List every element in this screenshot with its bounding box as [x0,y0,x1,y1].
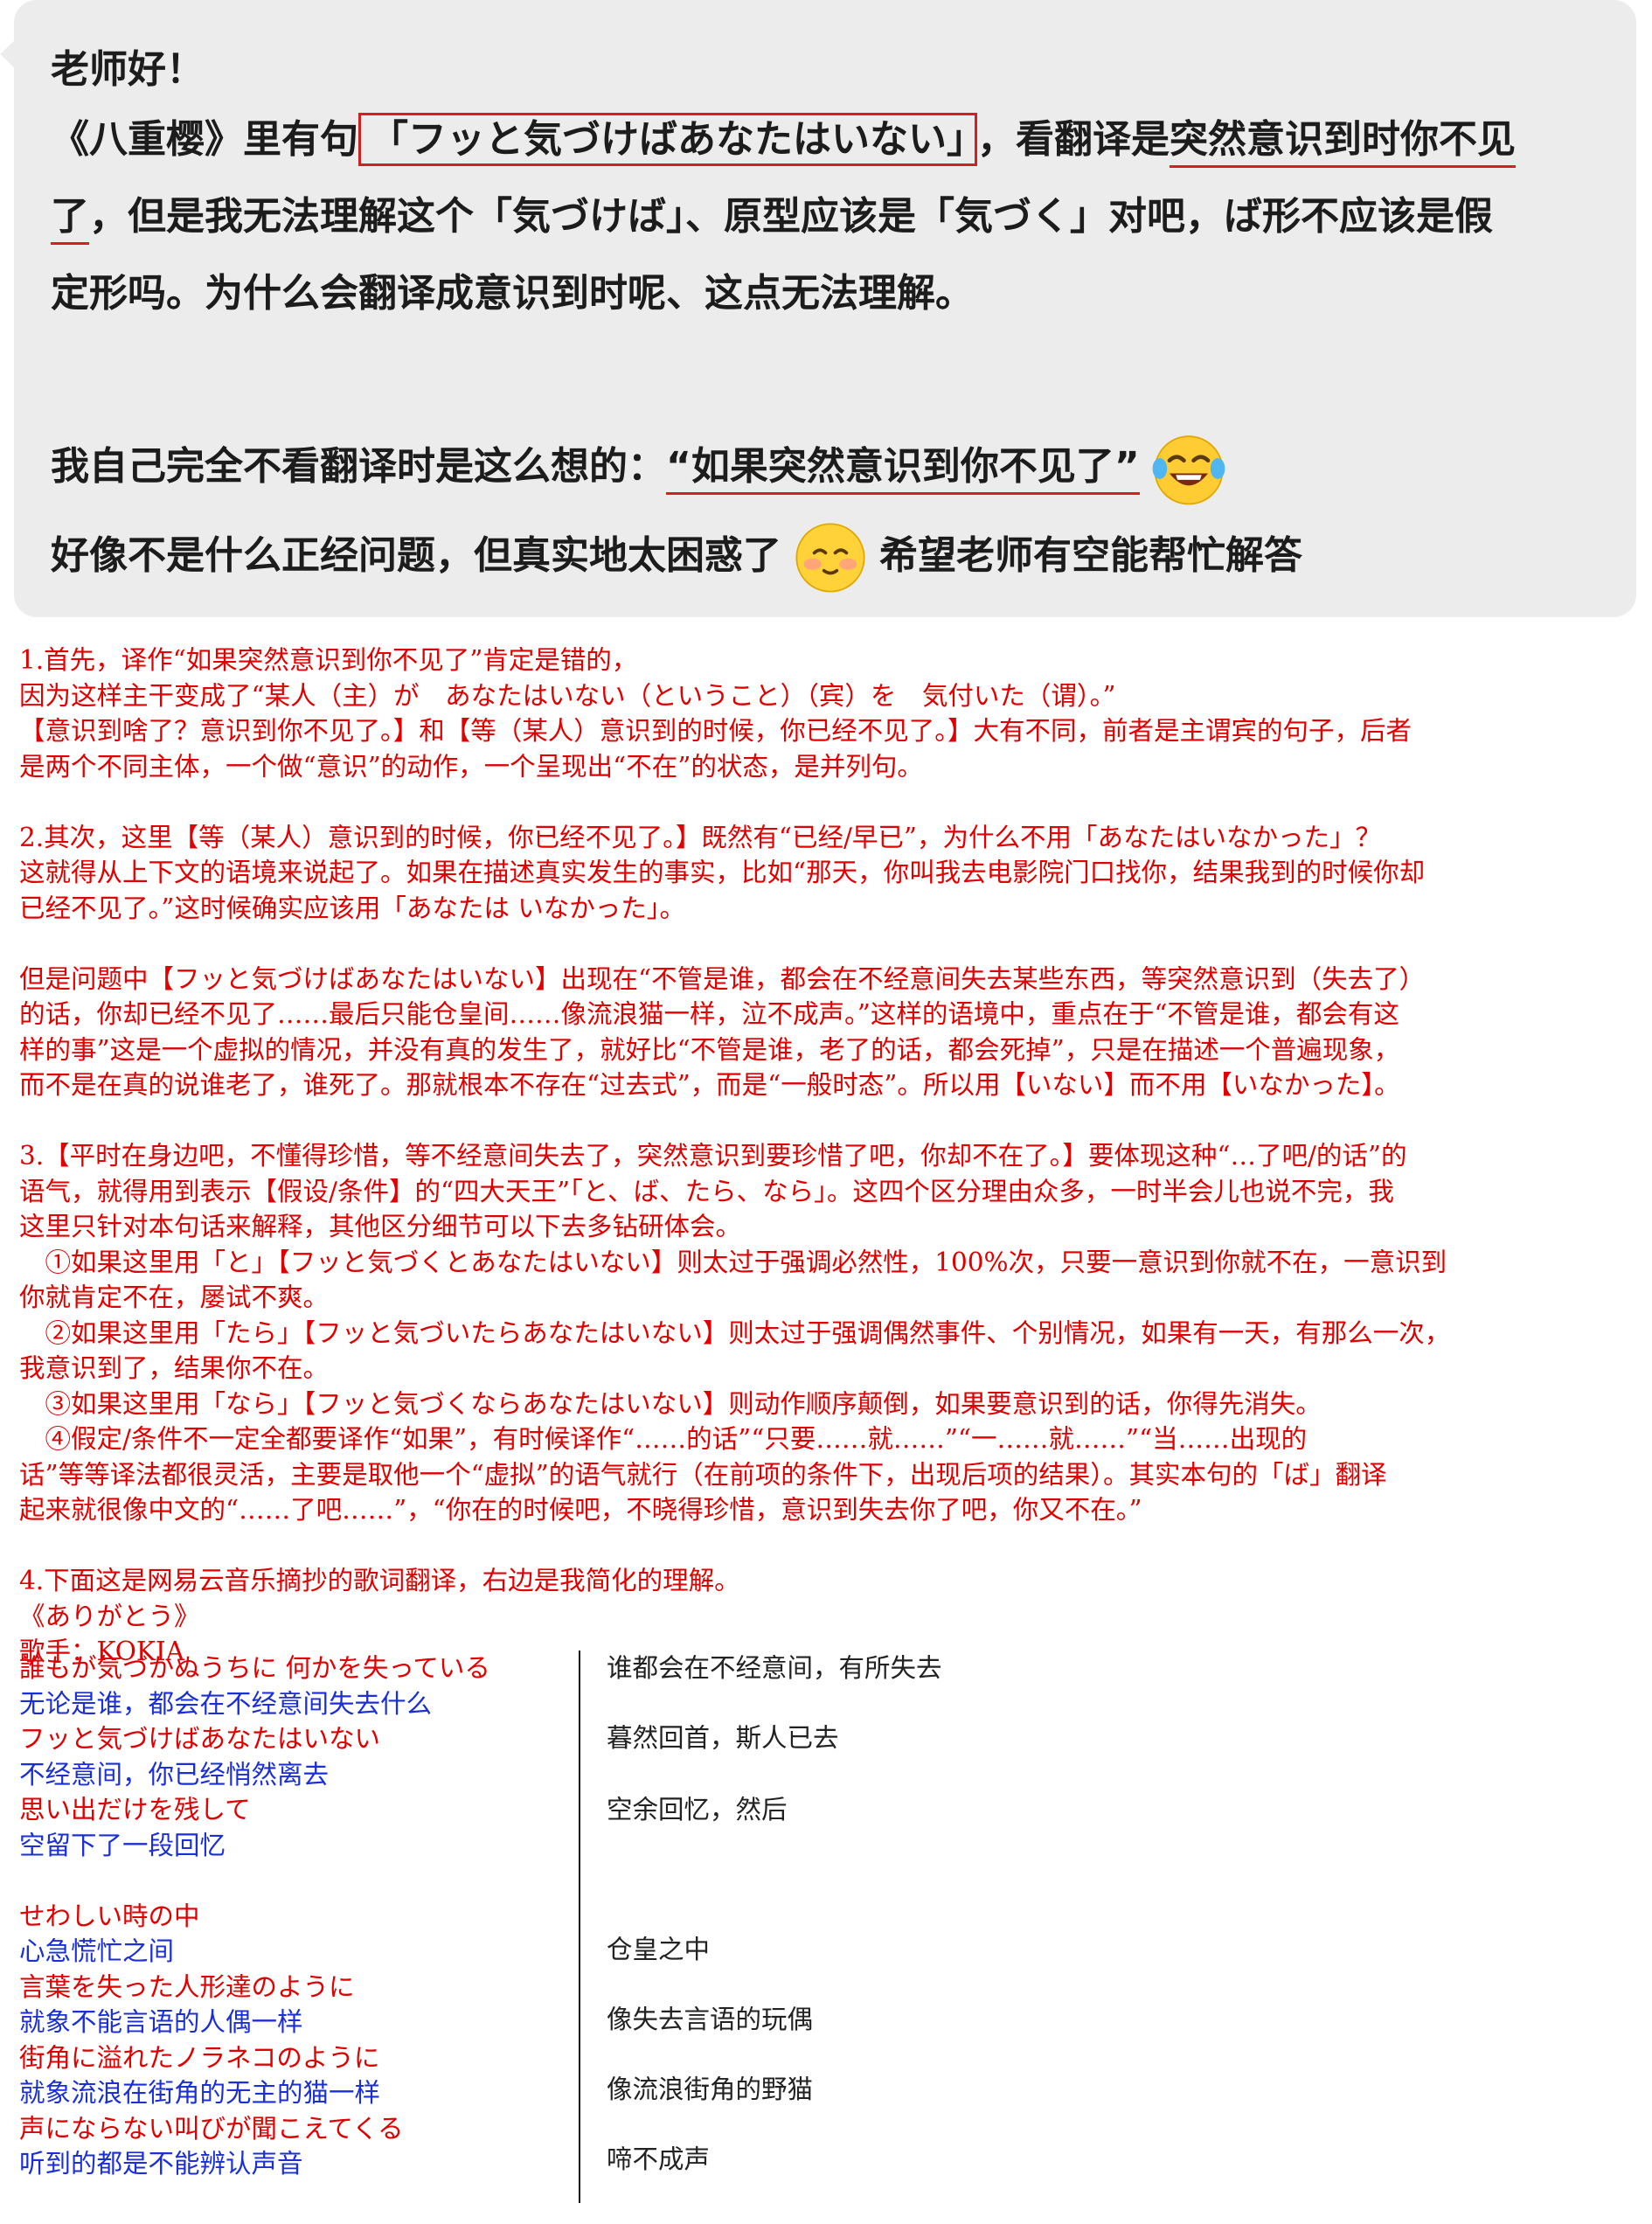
answer-line: 样的事”这是一个虚拟的情况，并没有真的发生了，就好比“不管是谁，老了的话，都会死… [19,1034,1400,1065]
question-text: 我自己完全不看翻译时是这么想的： [51,444,666,489]
lyric-cn: 不经意间，你已经悄然离去 [19,1759,330,1790]
simplified-line: 空余回忆，然后 [607,1795,788,1824]
answer-line: 但是问题中【フッと気づけばあなたはいない】出现在“不管是谁，都会在不经意间失去某… [19,963,1426,994]
question-text: 好像不是什么正经问题，但真实地太困惑了 [51,533,781,578]
lyric-cn: 无论是谁，都会在不经意间失去什么 [19,1688,433,1719]
boxed-phrase: 「フッと気づけばあなたはいない」 [358,113,977,166]
answer-line: 2.其次，这里【等（某人）意识到的时候，你已经不见了。】既然有“已经/早已”，为… [19,822,1381,852]
answer-line: 【意识到啥了？意识到你不见了。】和【等（某人）意识到的时候，你已经不见了。】大有… [19,716,1413,746]
question-line-3: 了，但是我无法理解这个「気づけば」、原型应该是「気づく」对吧，ば形不应该是假 [51,191,1493,245]
bubble-tail [0,40,15,68]
underlined-quote: “如果突然意识到你不见了” [666,444,1140,495]
answer-line: 因为这样主干变成了“某人（主）が あなたはいない（ということ）（宾）を 気付いた… [19,680,1116,711]
simplified-line: 像失去言语的玩偶 [607,2005,814,2034]
lyric-jp: 誰もが気づかぬうちに 何かを失っている [19,1653,490,1683]
lyric-jp: フッと気づけばあなたはいない [19,1724,381,1754]
answer-line: 我意识到了，结果你不在。 [19,1353,330,1383]
question-line-6: 好像不是什么正经问题，但真实地太困惑了 希望老师有空能帮忙解答 [51,518,1302,598]
blushing-emoji-icon [790,518,871,598]
underlined-phrase: 突然意识到时你不见 [1170,117,1516,168]
column-divider [579,1651,580,2203]
answer-line: ①如果这里用「と」【フッと気づくとあなたはいない】则太过于强调必然性，100%次… [19,1247,1447,1277]
lyric-jp: 思い出だけを残して [19,1795,251,1824]
answer-line: 的话，你却已经不见了……最后只能仓皇间……像流浪猫一样，泣不成声。”这样的语境中… [19,999,1399,1029]
song-title: 《ありがとう》 [19,1601,200,1631]
answer-line: ③如果这里用「なら」【フッと気づくならあなたはいない】则动作顺序颠倒，如果要意识… [19,1388,1322,1419]
lyric-jp: 言葉を失った人形達のように [19,1971,355,2002]
answer-point-2b: 但是问题中【フッと気づけばあなたはいない】出现在“不管是谁，都会在不经意间失去某… [19,962,1638,1103]
answer-point-3: 3.【平时在身边吧，不懂得珍惜，等不经意间失去了，突然意识到要珍惜了吧，你却不在… [19,1138,1638,1528]
simplified-line: 暮然回首，斯人已去 [607,1723,839,1753]
answer-line: 4.下面这是网易云音乐摘抄的歌词翻译，右边是我简化的理解。 [19,1566,740,1595]
question-text: ，看翻译是 [977,117,1170,162]
answer-line: 是两个不同主体，一个做“意识”的动作，一个呈现出“不在”的状态，是并列句。 [19,751,923,782]
answer-line: 话”等等译法都很灵活，主要是取他一个“虚拟”的语气就行（在前项的条件下，出现后项… [19,1459,1387,1490]
lyric-cn: 心急慌忙之间 [19,1936,175,1966]
answer-line: 语气，就得用到表示【假设/条件】的“四大天王”「と、ば、たら、なら」。这四个区分… [19,1176,1394,1206]
answer-line: 这就得从上下文的语境来说起了。如果在描述真实发生的事实，比如“那天，你叫我去电影… [19,858,1426,887]
answer-line: 3.【平时在身边吧，不懂得珍惜，等不经意间失去了，突然意识到要珍惜了吧，你却不在… [19,1141,1407,1171]
answer-line: 已经不见了。”这时候确实应该用「あなたは いなかった」。 [19,893,685,923]
greeting: 老师好！ [51,47,205,92]
answer-line: ④假定/条件不一定全都要译作“如果”，有时候译作“……的话”“只要……就……”“… [19,1424,1308,1454]
question-text: ，但是我无法理解这个「気づけば」、原型应该是「気づく」对吧，ば形不应该是假 [89,194,1493,239]
lyric-cn: 就象不能言语的人偶一样 [19,2007,303,2037]
question-bubble: 老师好！ 《八重樱》里有句 「フッと気づけばあなたはいない」 ，看翻译是突然意识到时… [0,0,1636,617]
lyrics-table: 誰もが気づかぬうちに 何かを失っている 无论是谁，都会在不经意间失去什么 フッと… [19,1651,1638,2210]
lyric-cn: 就象流浪在街角的无主的猫一样 [19,2078,381,2108]
question-text: 定形吗。为什么会翻译成意识到时呢、这点无法理解。 [51,271,974,316]
lyric-cn: 听到的都是不能辨认声音 [19,2149,303,2179]
answer-section: 1.首先，译作“如果突然意识到你不见了”肯定是错的， 因为这样主干变成了“某人（… [19,643,1638,1670]
answer-line: 这里只针对本句话来解释，其他区分细节可以下去多钻研体会。 [19,1212,742,1241]
answer-line: 起来就很像中文的“……了吧……”，“你在的时候吧，不晓得珍惜，意识到失去你了吧，… [19,1495,1142,1525]
answer-line: 1.首先，译作“如果突然意识到你不见了”肯定是错的， [19,645,638,675]
answer-point-2: 2.其次，这里【等（某人）意识到的时候，你已经不见了。】既然有“已经/早已”，为… [19,820,1638,927]
lyric-cn: 空留下了一段回忆 [19,1830,226,1860]
answer-point-1: 1.首先，译作“如果突然意识到你不见了”肯定是错的， 因为这样主干变成了“某人（… [19,643,1638,784]
greeting-line: 老师好！ [51,44,205,96]
laughing-tears-emoji-icon [1149,428,1229,509]
simplified-line: 仓皇之中 [607,1935,711,1964]
answer-line: ②如果这里用「たら」【フッと気づいたらあなたはいない】则太过于强调偶然事件、个别… [19,1317,1451,1348]
lyric-jp: 街角に溢れたノラネコのように [19,2042,380,2073]
lyrics-original-column: 誰もが気づかぬうちに 何かを失っている 无论是谁，都会在不经意间失去什么 フッと… [19,1651,579,2182]
answer-line: 你就肯定不在，屡试不爽。 [19,1282,330,1312]
lyric-jp: 声にならない叫びが聞こえてくる [19,2113,404,2144]
question-line-5: 我自己完全不看翻译时是这么想的：“如果突然意识到你不见了” [51,428,1238,509]
lyric-jp: せわしい時の中 [19,1901,200,1931]
question-text: 《八重樱》里有句 [51,117,358,162]
simplified-line: 像流浪街角的野猫 [607,2075,814,2104]
simplified-line: 谁都会在不经意间，有所失去 [607,1653,942,1683]
question-text: 希望老师有空能帮忙解答 [879,533,1302,578]
underlined-phrase: 了 [51,194,89,245]
question-line-4: 定形吗。为什么会翻译成意识到时呢、这点无法理解。 [51,268,974,320]
simplified-line: 啼不成声 [607,2144,711,2174]
question-line-2: 《八重樱》里有句 「フッと気づけばあなたはいない」 ，看翻译是突然意识到时你不见 [51,113,1516,168]
answer-line: 而不是在真的说谁老了，谁死了。那就根本不存在“过去式”，而是“一般时态”。所以用… [19,1070,1400,1100]
